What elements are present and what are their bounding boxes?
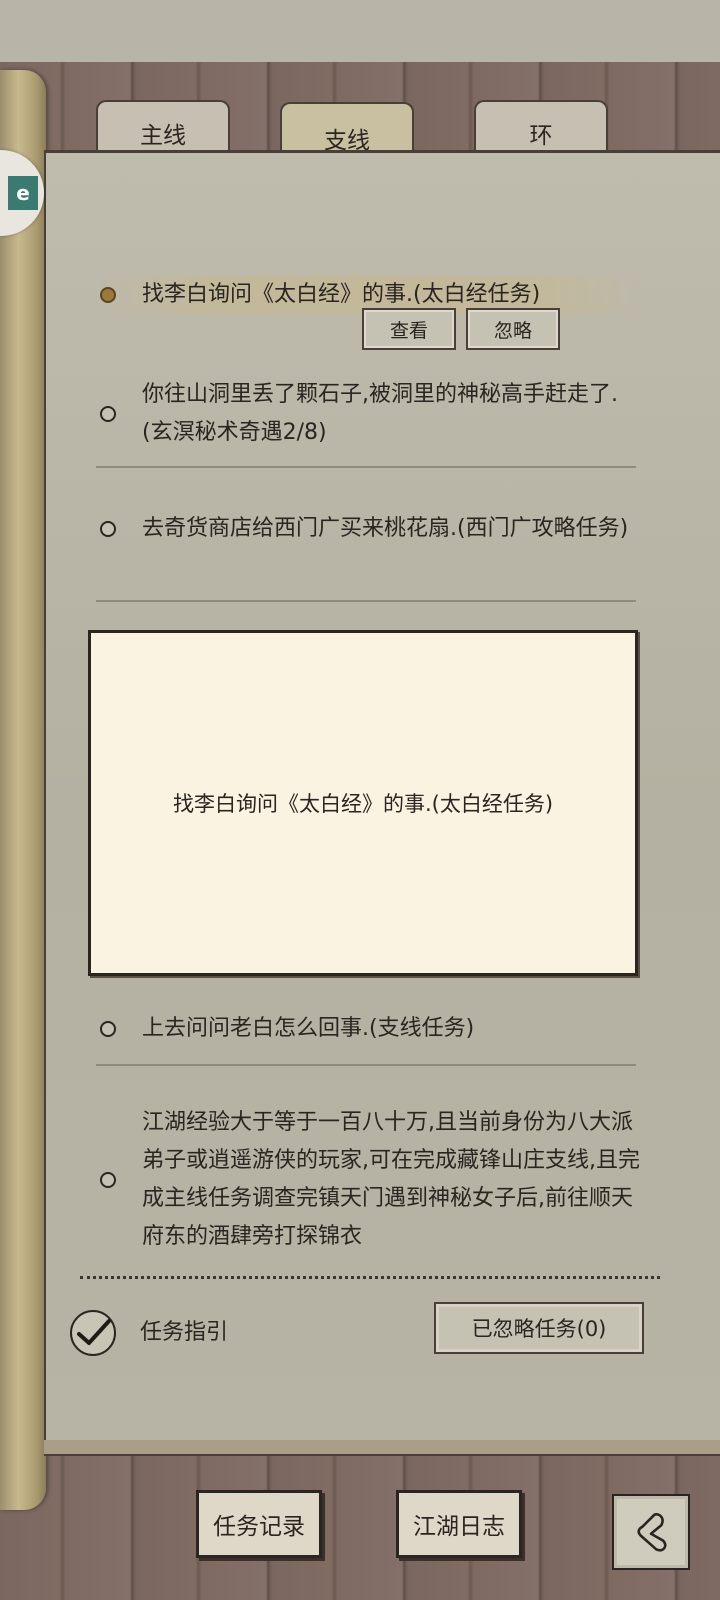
scroll-bottom-edge — [44, 1440, 720, 1454]
task-records-button[interactable]: 任务记录 — [196, 1490, 322, 1558]
quest-detail-popup[interactable]: 找李白询问《太白经》的事.(太白经任务) — [88, 630, 638, 976]
quest-item-5-clip: 江湖经验大于等于一百八十万,且当前身份为八大派弟子或逍遥游侠的玩家,可在完成藏锋… — [100, 1104, 640, 1264]
quest-text: 你往山洞里丢了颗石子,被洞里的神秘高手赶走了.(玄溟秘术奇遇2/8) — [142, 382, 618, 445]
popup-text: 找李白询问《太白经》的事.(太白经任务) — [172, 792, 554, 816]
jianghu-journal-button[interactable]: 江湖日志 — [396, 1490, 522, 1558]
quest-dot — [100, 521, 116, 537]
ignore-button[interactable]: 忽略 — [466, 308, 560, 350]
quest-item-5[interactable]: 江湖经验大于等于一百八十万,且当前身份为八大派弟子或逍遥游侠的玩家,可在完成藏锋… — [100, 1104, 640, 1256]
divider — [96, 1064, 636, 1066]
quest-selected-dot — [100, 287, 116, 303]
quest-dot — [100, 1021, 116, 1037]
quest-text: 上去问问老白怎么回事.(支线任务) — [142, 1016, 475, 1041]
quest-item-2[interactable]: 你往山洞里丢了颗石子,被洞里的神秘高手赶走了.(玄溟秘术奇遇2/8) — [100, 376, 640, 452]
quest-dot — [100, 406, 116, 422]
divider — [96, 466, 636, 468]
scroll-rod — [0, 70, 46, 1510]
status-bar — [0, 0, 720, 62]
quest-item-4[interactable]: 上去问问老白怎么回事.(支线任务) — [100, 1010, 640, 1048]
quest-text: 去奇货商店给西门广买来桃花扇.(西门广攻略任务) — [142, 516, 629, 541]
app-badge-icon: e — [8, 176, 38, 210]
task-guide-checkbox[interactable] — [70, 1310, 116, 1356]
dotted-separator — [80, 1276, 660, 1279]
quest-dot — [100, 1172, 116, 1188]
quest-item-3[interactable]: 去奇货商店给西门广买来桃花扇.(西门广攻略任务) — [100, 510, 640, 548]
task-guide-label: 任务指引 — [140, 1320, 229, 1345]
back-button[interactable] — [612, 1494, 690, 1570]
back-icon — [637, 1513, 667, 1552]
quest-text: 江湖经验大于等于一百八十万,且当前身份为八大派弟子或逍遥游侠的玩家,可在完成藏锋… — [142, 1110, 640, 1249]
checkmark-icon — [77, 1319, 111, 1345]
view-button[interactable]: 查看 — [362, 308, 456, 350]
ignored-tasks-button[interactable]: 已忽略任务(0) — [434, 1302, 644, 1354]
divider — [96, 600, 636, 602]
